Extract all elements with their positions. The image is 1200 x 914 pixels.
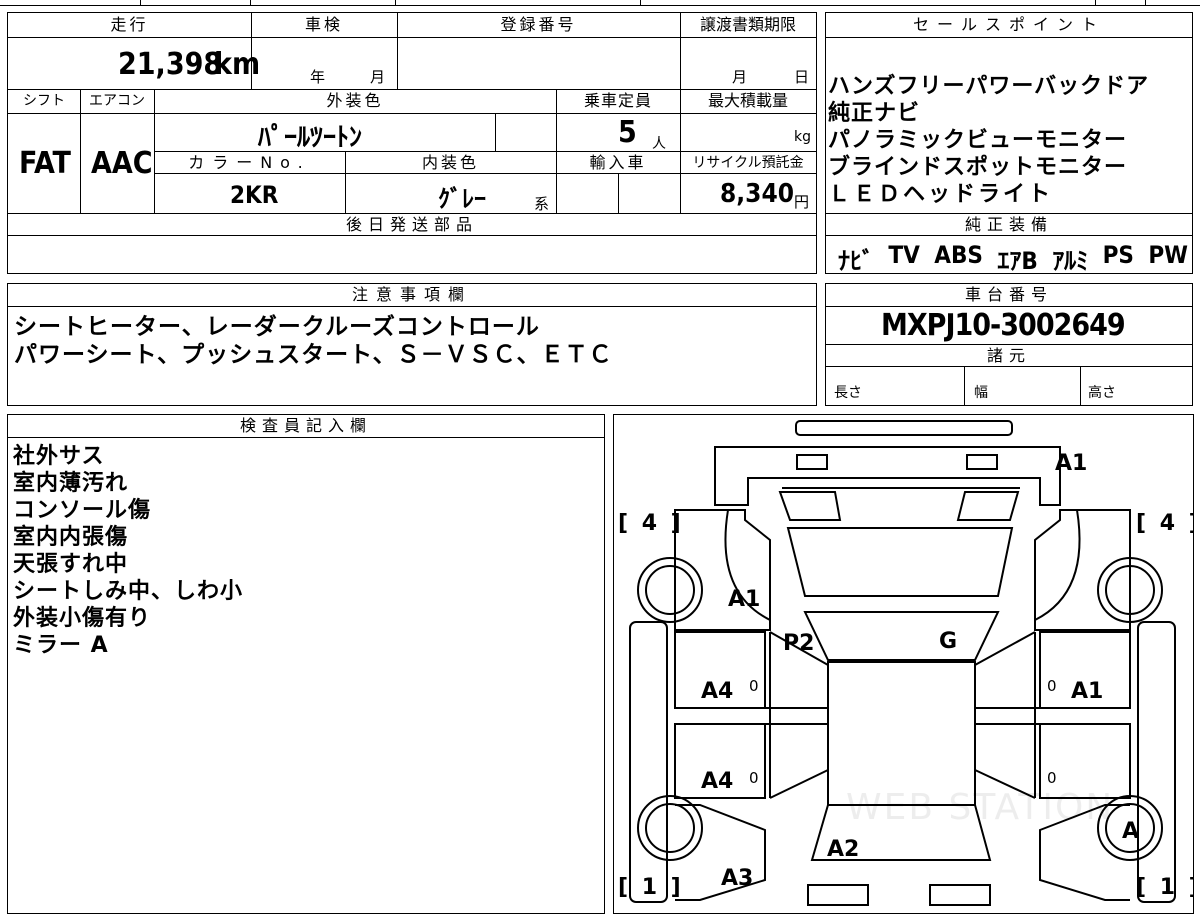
- spec-width-label: 幅: [974, 385, 988, 401]
- sales-point-item: ＬＥＤヘッドライト: [828, 182, 1054, 207]
- chassis-box: 車台番号 MXPJ10-3002649 諸元 長さ 幅 高さ: [825, 283, 1193, 406]
- tire-rear-right: [ 1 ]: [1136, 875, 1193, 900]
- later-parts-label: 後日発送部品: [345, 215, 478, 234]
- interior-label: 内装色: [421, 153, 479, 172]
- sales-point-item: パノラミックビューモニター: [828, 128, 1128, 153]
- notes-label: 注意事項欄: [351, 285, 472, 304]
- mileage-value: 21,398: [118, 47, 223, 82]
- load-unit: kg: [794, 129, 811, 145]
- shaken-month-unit: 月: [370, 68, 386, 86]
- interior-color-value: ｸﾞﾚｰ: [438, 185, 486, 213]
- specs-label: 諸元: [986, 346, 1031, 365]
- damage-mark: A1: [1055, 451, 1088, 476]
- shift-label: シフト: [23, 93, 65, 109]
- door-zero-mark: 0: [749, 677, 759, 695]
- notes-line: パワーシート、プッシュスタート、Ｓ－ＶＳＣ、ＥＴＣ: [14, 342, 613, 368]
- inspector-line: コンソール傷: [13, 498, 152, 523]
- sales-point-item: ハンズフリーパワーバックドア: [828, 74, 1150, 99]
- equipment-item: ｱﾙﾐ: [1052, 247, 1089, 275]
- damage-mark: P2: [783, 631, 815, 656]
- equipment-item: TV: [888, 241, 920, 269]
- tire-front-left: [ 4 ]: [618, 511, 684, 536]
- damage-mark: G: [939, 629, 958, 654]
- watermark: WEB STATION: [846, 787, 1115, 828]
- sales-points-label: セールスポイント: [912, 15, 1105, 34]
- equipment-label: 純正装備: [964, 215, 1053, 234]
- chassis-label: 車台番号: [964, 285, 1053, 304]
- vehicle-spec-table: 走行 車検 登録番号 譲渡書類期限 21,398 km 年 月 月 日 シフト …: [7, 12, 817, 274]
- mileage-label: 走行: [110, 15, 149, 34]
- equipment-item: ABS: [934, 241, 983, 269]
- equipment-item: ﾅﾋﾞ: [838, 247, 874, 275]
- tire-rear-left: [ 1 ]: [618, 875, 684, 900]
- import-label: 輸入車: [589, 153, 647, 172]
- tire-front-right: [ 4 ]: [1136, 511, 1193, 536]
- exterior-label: 外装色: [326, 91, 384, 110]
- transfer-deadline-label: 譲渡書類期限: [699, 15, 796, 34]
- inspector-line: 社外サス: [13, 444, 105, 469]
- equipment-item: PS: [1102, 241, 1134, 269]
- deadline-month-unit: 月: [732, 68, 748, 86]
- inspector-line: 室内薄汚れ: [13, 471, 129, 496]
- deadline-day-unit: 日: [794, 68, 810, 86]
- notes-line: シートヒーター、レーダークルーズコントロール: [14, 314, 540, 340]
- spec-length-label: 長さ: [834, 385, 862, 401]
- inspector-line: 外装小傷有り: [13, 606, 152, 631]
- inspector-box: 検査員記入欄 社外サス 室内薄汚れ コンソール傷 室内内張傷 天張すれ中 シート…: [7, 414, 605, 914]
- color-no-label: カラーNo.: [188, 153, 311, 172]
- registration-label: 登録番号: [500, 15, 577, 34]
- car-diagram-box: [ 4 ] [ 4 ] [ 1 ] [ 1 ] A1 A1 P2 G A4 A1…: [613, 414, 1194, 914]
- damage-mark: A3: [721, 866, 754, 891]
- ac-label: エアコン: [89, 93, 145, 109]
- damage-mark: A: [1122, 819, 1140, 844]
- max-load-label: 最大積載量: [707, 91, 788, 110]
- chassis-number: MXPJ10-3002649: [881, 308, 1126, 343]
- mileage-unit: km: [214, 47, 261, 82]
- damage-mark: A4: [701, 769, 734, 794]
- equipment-item: PW: [1148, 241, 1188, 269]
- spec-height-label: 高さ: [1088, 385, 1116, 401]
- inspector-line: シートしみ中、しわ小: [13, 579, 244, 604]
- shift-value: FAT: [19, 146, 71, 181]
- inspector-line: ミラー A: [13, 633, 109, 658]
- damage-mark: A1: [1071, 679, 1104, 704]
- damage-mark: A1: [728, 587, 761, 612]
- door-zero-mark: 0: [1047, 677, 1057, 695]
- car-outline-diagram: [628, 419, 1176, 906]
- notes-box: 注意事項欄 シートヒーター、レーダークルーズコントロール パワーシート、プッシュ…: [7, 283, 817, 406]
- exterior-color-value: ﾊﾟｰﾙﾂｰﾄﾝ: [258, 123, 363, 153]
- equipment-list: ﾅﾋﾞ TV ABS ｴｱB ｱﾙﾐ PS PW: [838, 241, 1188, 276]
- door-zero-mark: 0: [749, 769, 759, 787]
- shaken-label: 車検: [304, 15, 343, 34]
- capacity-value: 5: [618, 115, 637, 150]
- recycle-unit: 円: [794, 193, 810, 211]
- sales-point-item: 純正ナビ: [828, 101, 921, 126]
- inspector-line: 室内内張傷: [13, 525, 129, 550]
- damage-mark: A2: [827, 837, 860, 862]
- recycle-fee-value: 8,340: [720, 179, 794, 209]
- equipment-item: ｴｱB: [997, 247, 1038, 275]
- capacity-unit: 人: [652, 136, 666, 152]
- color-no-value: 2KR: [230, 181, 279, 209]
- top-cutoff-strip: [0, 0, 1200, 6]
- interior-suffix: 系: [534, 195, 550, 213]
- sales-point-item: ブラインドスポットモニター: [828, 155, 1128, 180]
- sales-points-box: セールスポイント ハンズフリーパワーバックドア 純正ナビ パノラミックビューモニ…: [825, 12, 1193, 276]
- inspector-line: 天張すれ中: [13, 552, 129, 577]
- damage-mark: A4: [701, 679, 734, 704]
- shaken-year-unit: 年: [310, 68, 326, 86]
- ac-value: AAC: [91, 146, 153, 181]
- inspector-label: 検査員記入欄: [239, 416, 372, 435]
- recycle-label: リサイクル預託金: [692, 155, 804, 171]
- door-zero-mark: 0: [1047, 769, 1057, 787]
- capacity-label: 乗車定員: [583, 91, 652, 110]
